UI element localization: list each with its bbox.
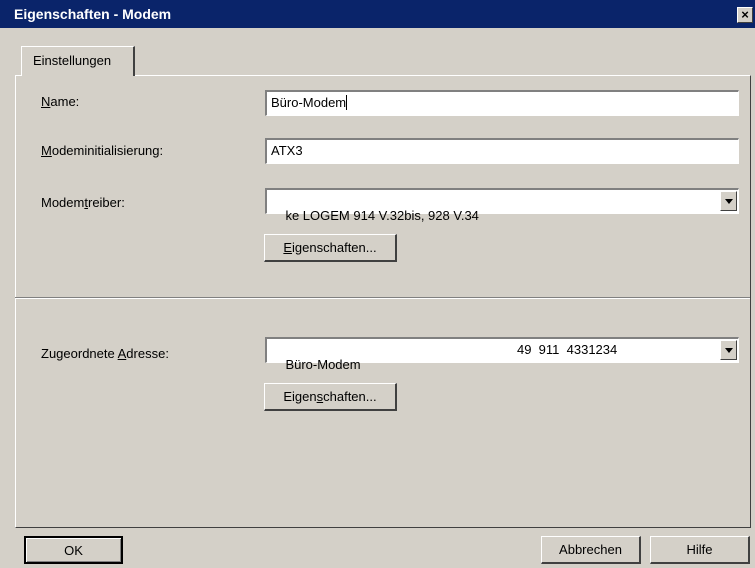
chevron-down-icon[interactable] xyxy=(720,340,737,360)
ok-button[interactable]: OK xyxy=(24,536,123,564)
close-icon[interactable]: × xyxy=(737,7,753,23)
address-label: Zugeordnete Adresse: xyxy=(41,346,169,361)
tab-label: Einstellungen xyxy=(33,53,112,68)
name-label: Name: xyxy=(41,94,80,109)
chevron-down-icon[interactable] xyxy=(720,191,737,211)
tab-einstellungen[interactable]: Einstellungen xyxy=(21,46,135,76)
title-bar[interactable]: Eigenschaften - Modem × xyxy=(0,0,755,28)
address-phone: 49 911 4331234 xyxy=(517,342,618,357)
dialog-window: Eigenschaften - Modem × Einstellungen Na… xyxy=(0,0,755,568)
text-caret xyxy=(346,95,348,110)
driver-select[interactable]: ke LOGEM 914 V.32bis, 928 V.34 xyxy=(265,188,739,223)
window-title: Eigenschaften - Modem xyxy=(14,6,172,22)
cancel-button[interactable]: Abbrechen xyxy=(541,536,641,564)
init-string-field[interactable]: ATX3 xyxy=(265,138,739,164)
driver-label: Modemtreiber: xyxy=(41,195,125,210)
help-button[interactable]: Hilfe xyxy=(650,536,750,564)
address-select[interactable]: Büro-Modem 49 911 4331234 xyxy=(265,337,739,372)
init-label: Modeminitialisierung: xyxy=(41,143,164,158)
address-name: Büro-Modem xyxy=(285,357,361,372)
divider-highlight xyxy=(15,298,750,299)
name-field[interactable]: Büro-Modem xyxy=(265,90,739,116)
driver-properties-button[interactable]: Eigenschaften... xyxy=(264,234,397,262)
address-properties-button[interactable]: Eigenschaften... xyxy=(264,383,397,411)
